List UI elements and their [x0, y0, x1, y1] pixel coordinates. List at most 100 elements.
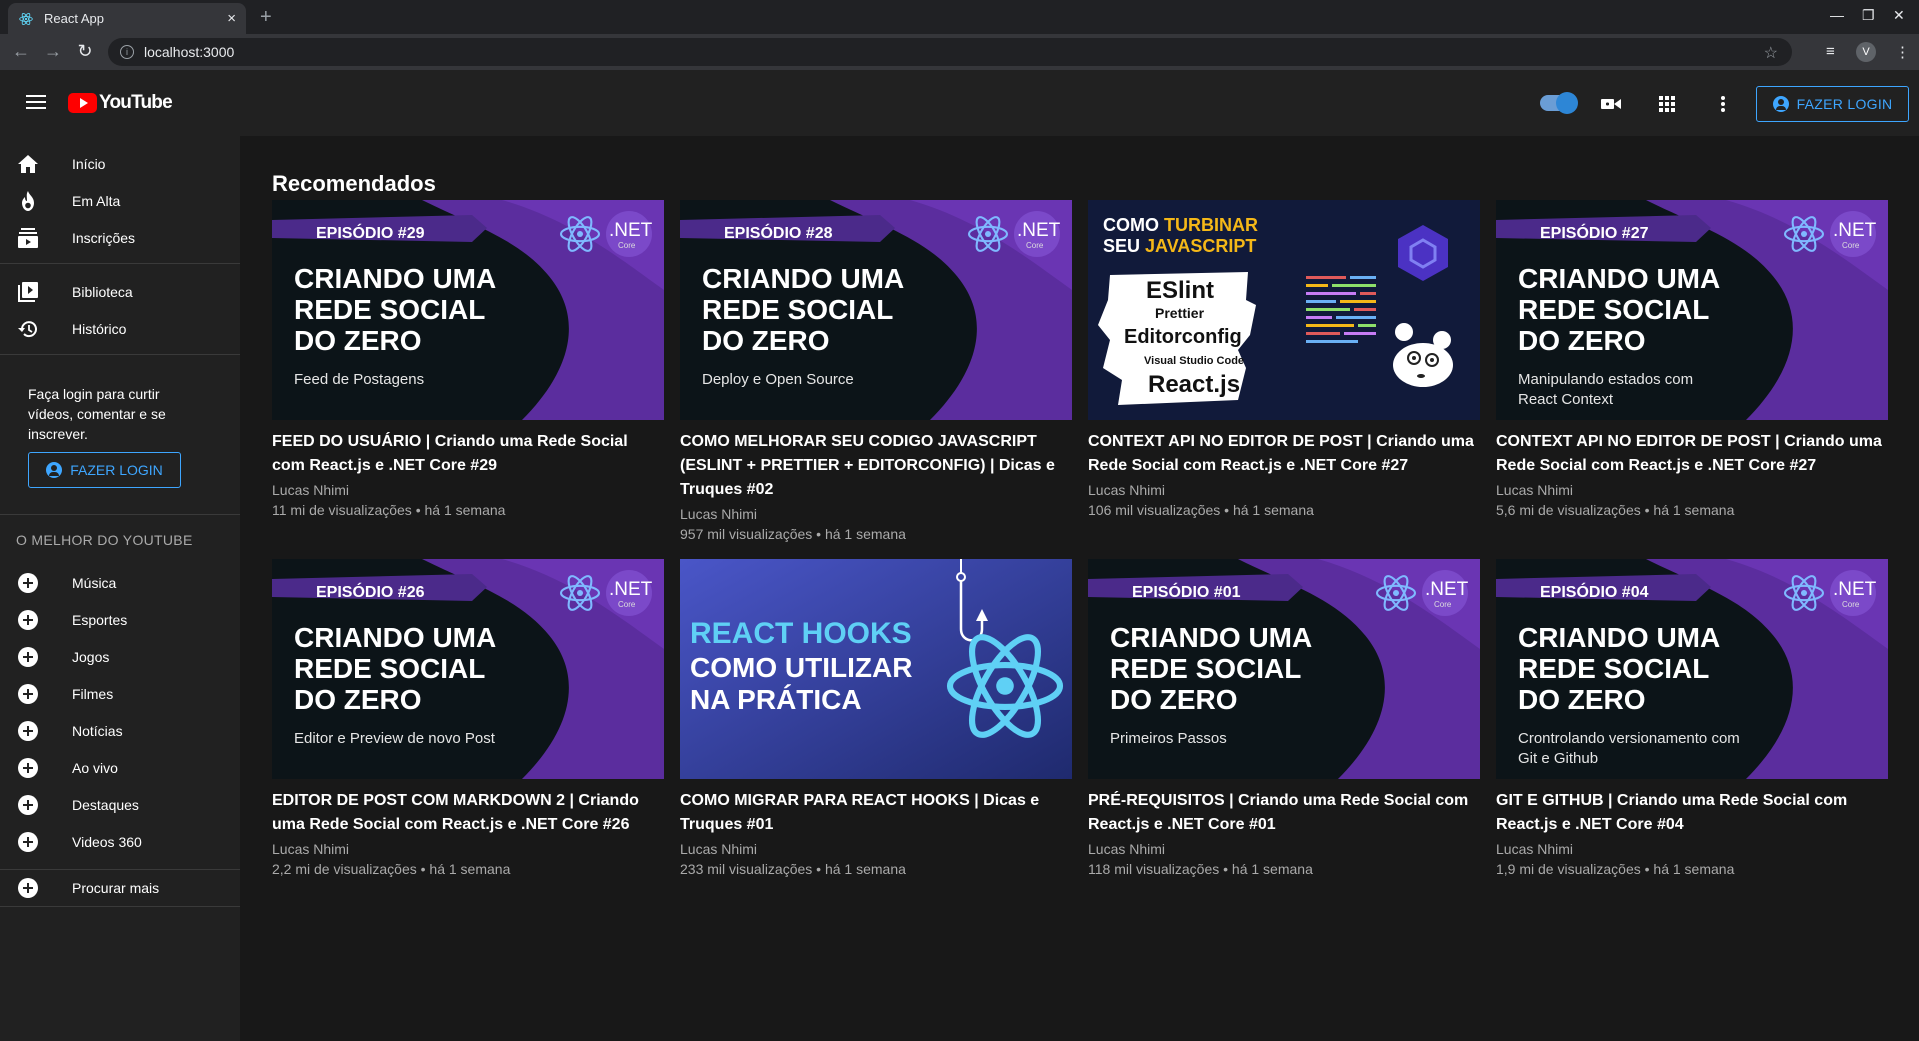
section-title: O MELHOR DO YOUTUBE — [16, 532, 193, 548]
tab-close-icon[interactable]: × — [227, 10, 236, 27]
thumb-subtitle: Crontrolando versionamento com — [1518, 730, 1740, 747]
youtube-logo[interactable]: YouTube — [68, 92, 173, 114]
menu-icon[interactable] — [26, 95, 46, 109]
sidebar-item-label: Inscrições — [72, 229, 136, 246]
channel-name[interactable]: Lucas Nhimi — [680, 504, 1072, 524]
new-tab-button[interactable]: + — [260, 6, 272, 29]
sidebar-item-em-alta[interactable]: Em Alta — [0, 182, 240, 219]
sidebar-item-esportes[interactable]: Esportes — [0, 601, 240, 638]
bookmark-star-icon[interactable]: ☆ — [1764, 43, 1778, 63]
video-title[interactable]: EDITOR DE POST COM MARKDOWN 2 | Criando … — [272, 789, 664, 837]
login-label: FAZER LOGIN — [70, 462, 163, 478]
minimize-button[interactable]: — — [1830, 7, 1844, 23]
sidebar-item-label: Filmes — [72, 685, 114, 702]
reload-button[interactable]: ↻ — [74, 41, 96, 62]
sidebar-item-destaques[interactable]: Destaques — [0, 786, 240, 823]
page-title: Recomendados — [272, 171, 436, 196]
episode-label: EPISÓDIO #29 — [316, 223, 425, 242]
video-thumbnail[interactable]: EPISÓDIO #26 .NET Core CRIANDO UMA REDE … — [272, 559, 664, 779]
channel-name[interactable]: Lucas Nhimi — [1496, 839, 1888, 859]
video-title[interactable]: FEED DO USUÁRIO | Criando uma Rede Socia… — [272, 430, 664, 478]
sidebar-item-label: Destaques — [72, 796, 139, 813]
sidebar-login-button[interactable]: FAZER LOGIN — [28, 452, 181, 488]
thumb-line-3: DO ZERO — [1518, 684, 1646, 715]
video-thumbnail[interactable]: EPISÓDIO #27 .NET Core CRIANDO UMA REDE … — [1496, 200, 1888, 420]
video-card[interactable]: EPISÓDIO #04 .NET Core CRIANDO UMA REDE … — [1496, 559, 1888, 879]
sidebar-item-inscricoes[interactable]: Inscrições — [0, 219, 240, 256]
thumb-line-2: REDE SOCIAL — [1518, 653, 1709, 684]
media-control-icon[interactable]: ≡ — [1826, 43, 1835, 60]
channel-name[interactable]: Lucas Nhimi — [272, 839, 664, 859]
sidebar-item-historico[interactable]: Histórico — [0, 310, 240, 347]
video-card[interactable]: EPISÓDIO #27 .NET Core CRIANDO UMA REDE … — [1496, 200, 1888, 520]
video-thumbnail[interactable]: EPISÓDIO #01 .NET Core CRIANDO UMA REDE … — [1088, 559, 1480, 779]
video-card[interactable]: EPISÓDIO #28 .NET Core CRIANDO UMA REDE … — [680, 200, 1072, 544]
sidebar-item-jogos[interactable]: Jogos — [0, 638, 240, 675]
video-stats: 118 mil visualizações • há 1 semana — [1088, 861, 1313, 877]
header-login-button[interactable]: FAZER LOGIN — [1756, 86, 1909, 122]
thumbnail-art: EPISÓDIO #29 .NET Core CRIANDO UMA REDE … — [272, 200, 664, 420]
video-card[interactable]: REACT HOOKS COMO UTILIZAR NA PRÁTICA COM… — [680, 559, 1072, 879]
channel-name[interactable]: Lucas Nhimi — [272, 480, 664, 500]
video-card[interactable]: EPISÓDIO #29 .NET Core CRIANDO UMA REDE … — [272, 200, 664, 520]
video-title[interactable]: CONTEXT API NO EDITOR DE POST | Criando … — [1496, 430, 1888, 478]
sidebar-item-label: Jogos — [72, 648, 110, 665]
apps-icon[interactable] — [1655, 92, 1679, 116]
video-card[interactable]: EPISÓDIO #26 .NET Core CRIANDO UMA REDE … — [272, 559, 664, 879]
site-info-icon[interactable]: i — [120, 45, 134, 59]
sidebar-item-videos-360[interactable]: Videos 360 — [0, 823, 240, 860]
maximize-button[interactable]: ❐ — [1862, 7, 1875, 24]
video-thumbnail[interactable]: EPISÓDIO #29 .NET Core CRIANDO UMA REDE … — [272, 200, 664, 420]
thumb-head-1a: COMO — [1103, 215, 1164, 235]
profile-avatar[interactable]: V — [1856, 42, 1876, 62]
account-icon — [1772, 96, 1789, 112]
more-vert-icon[interactable] — [1711, 92, 1735, 116]
video-stats: 957 mil visualizações • há 1 semana — [680, 526, 906, 542]
sidebar-item-musica[interactable]: Música — [0, 564, 240, 601]
video-thumbnail[interactable]: COMO TURBINAR SEU JAVASCRIPT ESlint Pret… — [1088, 200, 1480, 420]
video-card[interactable]: COMO TURBINAR SEU JAVASCRIPT ESlint Pret… — [1088, 200, 1480, 520]
sidebar-item-label: Histórico — [72, 320, 127, 337]
dark-mode-toggle[interactable] — [1540, 92, 1578, 114]
video-title[interactable]: COMO MELHORAR SEU CODIGO JAVASCRIPT (ESL… — [680, 430, 1072, 502]
thumb-hooks-line-3: NA PRÁTICA — [690, 684, 862, 715]
thumb-head-2a: SEU — [1103, 236, 1145, 256]
url-text: localhost:3000 — [144, 44, 235, 60]
sidebar-divider — [0, 514, 240, 515]
video-title[interactable]: COMO MIGRAR PARA REACT HOOKS | Dicas e T… — [680, 789, 1072, 837]
add-circle-icon — [18, 572, 38, 593]
sidebar-item-procurar-mais[interactable]: Procurar mais — [0, 869, 240, 906]
sidebar-item-ao-vivo[interactable]: Ao vivo — [0, 749, 240, 786]
dotnet-badge: .NET — [1017, 220, 1061, 241]
video-title[interactable]: GIT E GITHUB | Criando uma Rede Social c… — [1496, 789, 1888, 837]
video-thumbnail[interactable]: EPISÓDIO #04 .NET Core CRIANDO UMA REDE … — [1496, 559, 1888, 779]
dotnet-badge: .NET — [1833, 579, 1877, 600]
thumb-line-1: CRIANDO UMA — [702, 263, 904, 294]
video-thumbnail[interactable]: EPISÓDIO #28 .NET Core CRIANDO UMA REDE … — [680, 200, 1072, 420]
channel-name[interactable]: Lucas Nhimi — [680, 839, 1072, 859]
address-bar[interactable]: i localhost:3000 ☆ — [108, 38, 1792, 66]
video-thumbnail[interactable]: REACT HOOKS COMO UTILIZAR NA PRÁTICA — [680, 559, 1072, 779]
close-window-button[interactable]: ✕ — [1893, 7, 1905, 24]
video-card[interactable]: EPISÓDIO #01 .NET Core CRIANDO UMA REDE … — [1088, 559, 1480, 879]
thumbnail-art: EPISÓDIO #01 .NET Core CRIANDO UMA REDE … — [1088, 559, 1480, 779]
video-camera-icon[interactable] — [1599, 92, 1623, 116]
sidebar-item-inicio[interactable]: Início — [0, 145, 240, 182]
back-button[interactable]: ← — [10, 41, 32, 62]
thumb-line-1: CRIANDO UMA — [294, 263, 496, 294]
channel-name[interactable]: Lucas Nhimi — [1496, 480, 1888, 500]
forward-button[interactable]: → — [42, 41, 64, 62]
fire-icon — [17, 190, 39, 212]
video-title[interactable]: PRÉ-REQUISITOS | Criando uma Rede Social… — [1088, 789, 1480, 837]
channel-name[interactable]: Lucas Nhimi — [1088, 480, 1480, 500]
sidebar-item-filmes[interactable]: Filmes — [0, 675, 240, 712]
dotnet-badge-sub: Core — [1026, 241, 1044, 250]
sidebar-item-label: Procurar mais — [72, 879, 160, 896]
video-title[interactable]: CONTEXT API NO EDITOR DE POST | Criando … — [1088, 430, 1480, 478]
browser-tab[interactable]: React App × — [8, 3, 246, 34]
channel-name[interactable]: Lucas Nhimi — [1088, 839, 1480, 859]
video-stats: 233 mil visualizações • há 1 semana — [680, 861, 906, 877]
sidebar-item-noticias[interactable]: Notícias — [0, 712, 240, 749]
sidebar-item-biblioteca[interactable]: Biblioteca — [0, 273, 240, 310]
browser-menu-icon[interactable]: ⋮ — [1895, 43, 1910, 61]
